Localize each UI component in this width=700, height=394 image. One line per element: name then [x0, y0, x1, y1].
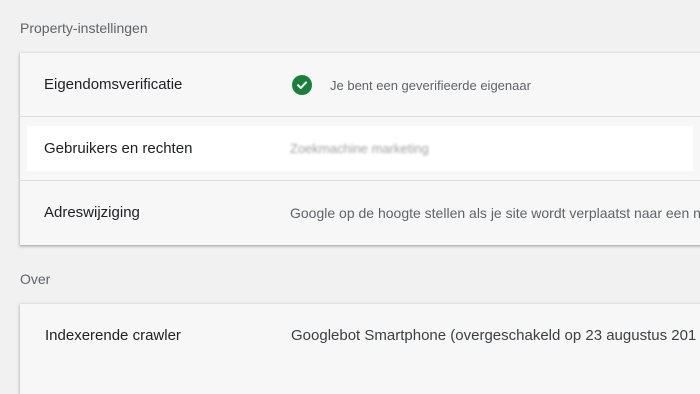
about-heading: Over — [20, 271, 51, 287]
users-permissions-row[interactable]: Gebruikers en rechten Zoekmachine market… — [27, 126, 693, 171]
property-settings-heading: Property-instellingen — [20, 20, 148, 36]
verified-owner-text: Je bent een geverifieerde eigenaar — [330, 77, 531, 93]
users-permissions-label: Gebruikers en rechten — [44, 140, 193, 157]
address-change-description: Google op de hoogte stellen als je site … — [290, 205, 700, 221]
users-permissions-value: Zoekmachine marketing — [290, 141, 429, 156]
indexing-crawler-value: Googlebot Smartphone (overgeschakeld op … — [291, 327, 697, 344]
ownership-verification-label: Eigendomsverificatie — [44, 76, 183, 93]
check-circle-icon — [292, 75, 312, 95]
address-change-label: Adreswijziging — [44, 204, 140, 221]
indexing-crawler-label: Indexerende crawler — [45, 327, 181, 344]
address-change-row[interactable]: Adreswijziging Google op de hoogte stell… — [20, 181, 700, 245]
verified-status: Je bent een geverifieerde eigenaar — [292, 53, 531, 117]
about-card: Indexerende crawler Googlebot Smartphone… — [20, 304, 700, 394]
ownership-verification-row[interactable]: Eigendomsverificatie Je bent een geverif… — [20, 53, 700, 117]
indexing-crawler-row[interactable]: Indexerende crawler Googlebot Smartphone… — [20, 304, 700, 368]
